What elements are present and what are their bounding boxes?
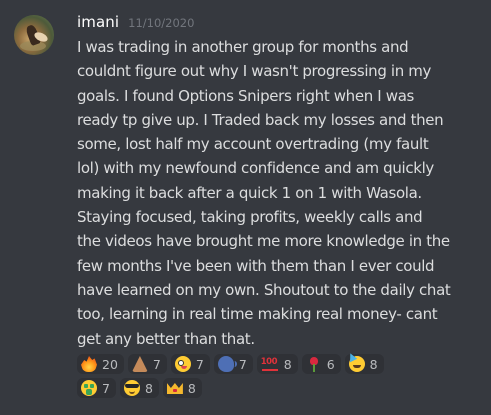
message-line: ready tp give up. I Traded back my losse… (77, 110, 444, 129)
reaction-partying-face[interactable]: 8 (344, 354, 384, 374)
reaction-sunglasses[interactable]: 8 (119, 378, 159, 398)
reaction-hundred-points[interactable]: 8 (256, 354, 298, 374)
rose-icon (306, 356, 322, 372)
message-content: I was trading in another group for month… (77, 35, 487, 351)
reaction-count: 8 (144, 380, 153, 396)
reaction-count: 8 (283, 356, 292, 372)
message-line: have learned on my own. Shoutout to the … (77, 280, 451, 299)
chat-message: imani 11/10/2020 I was trading in anothe… (0, 0, 491, 415)
crown-icon (167, 380, 183, 396)
message-timestamp: 11/10/2020 (128, 16, 195, 30)
message-line: goals. I found Options Snipers right whe… (77, 86, 415, 105)
message-line: few months I've been with them than I ev… (77, 256, 435, 275)
speaking-head-icon (217, 356, 237, 372)
message-line: lol) with my newfound confidence and am … (77, 159, 434, 178)
message-header: imani 11/10/2020 (77, 13, 194, 35)
reaction-money-mouth[interactable]: 7 (77, 378, 116, 398)
reaction-zany-face[interactable]: 7 (170, 354, 210, 374)
reaction-fire[interactable]: 20 (77, 354, 124, 374)
reaction-folded-hands[interactable]: 7 (127, 354, 167, 374)
reaction-count: 7 (195, 356, 204, 372)
reaction-speaking-head[interactable]: 7 (213, 354, 253, 374)
money-mouth-face-icon (81, 380, 97, 396)
message-line: Staying focused, taking profits, weekly … (77, 208, 423, 227)
reaction-count: 7 (152, 356, 161, 372)
reaction-count: 6 (326, 356, 335, 372)
fire-icon (81, 356, 97, 372)
message-line: some, lost half my account overtrading (… (77, 135, 429, 154)
reaction-crown[interactable]: 8 (162, 378, 202, 398)
user-avatar[interactable] (14, 15, 54, 55)
message-line: I was trading in another group for month… (77, 38, 409, 56)
message-line: couldnt figure out why I wasn't progress… (77, 62, 432, 81)
reactions-bar: 20 7 7 7 8 6 8 (77, 354, 487, 402)
reaction-count: 8 (187, 380, 196, 396)
reactions-row: 7 8 8 (77, 378, 487, 398)
message-line: making it back after a quick 1 on 1 with… (77, 183, 422, 202)
folded-hands-icon (131, 356, 148, 372)
reaction-count: 7 (238, 356, 247, 372)
zany-face-icon (174, 356, 191, 372)
sunglasses-face-icon (123, 380, 140, 396)
reaction-count: 8 (369, 356, 378, 372)
hundred-points-icon (261, 356, 279, 372)
partying-face-icon (348, 356, 365, 372)
message-line: get any better than that. (77, 329, 255, 348)
username[interactable]: imani (77, 13, 119, 31)
message-line: the videos have brought me more knowledg… (77, 232, 450, 251)
reaction-count: 20 (102, 356, 118, 372)
reaction-count: 7 (102, 380, 110, 396)
reaction-rose[interactable]: 6 (301, 354, 341, 374)
message-line: too, learning in real time making real m… (77, 305, 438, 324)
reactions-row: 20 7 7 7 8 6 8 (77, 354, 487, 374)
